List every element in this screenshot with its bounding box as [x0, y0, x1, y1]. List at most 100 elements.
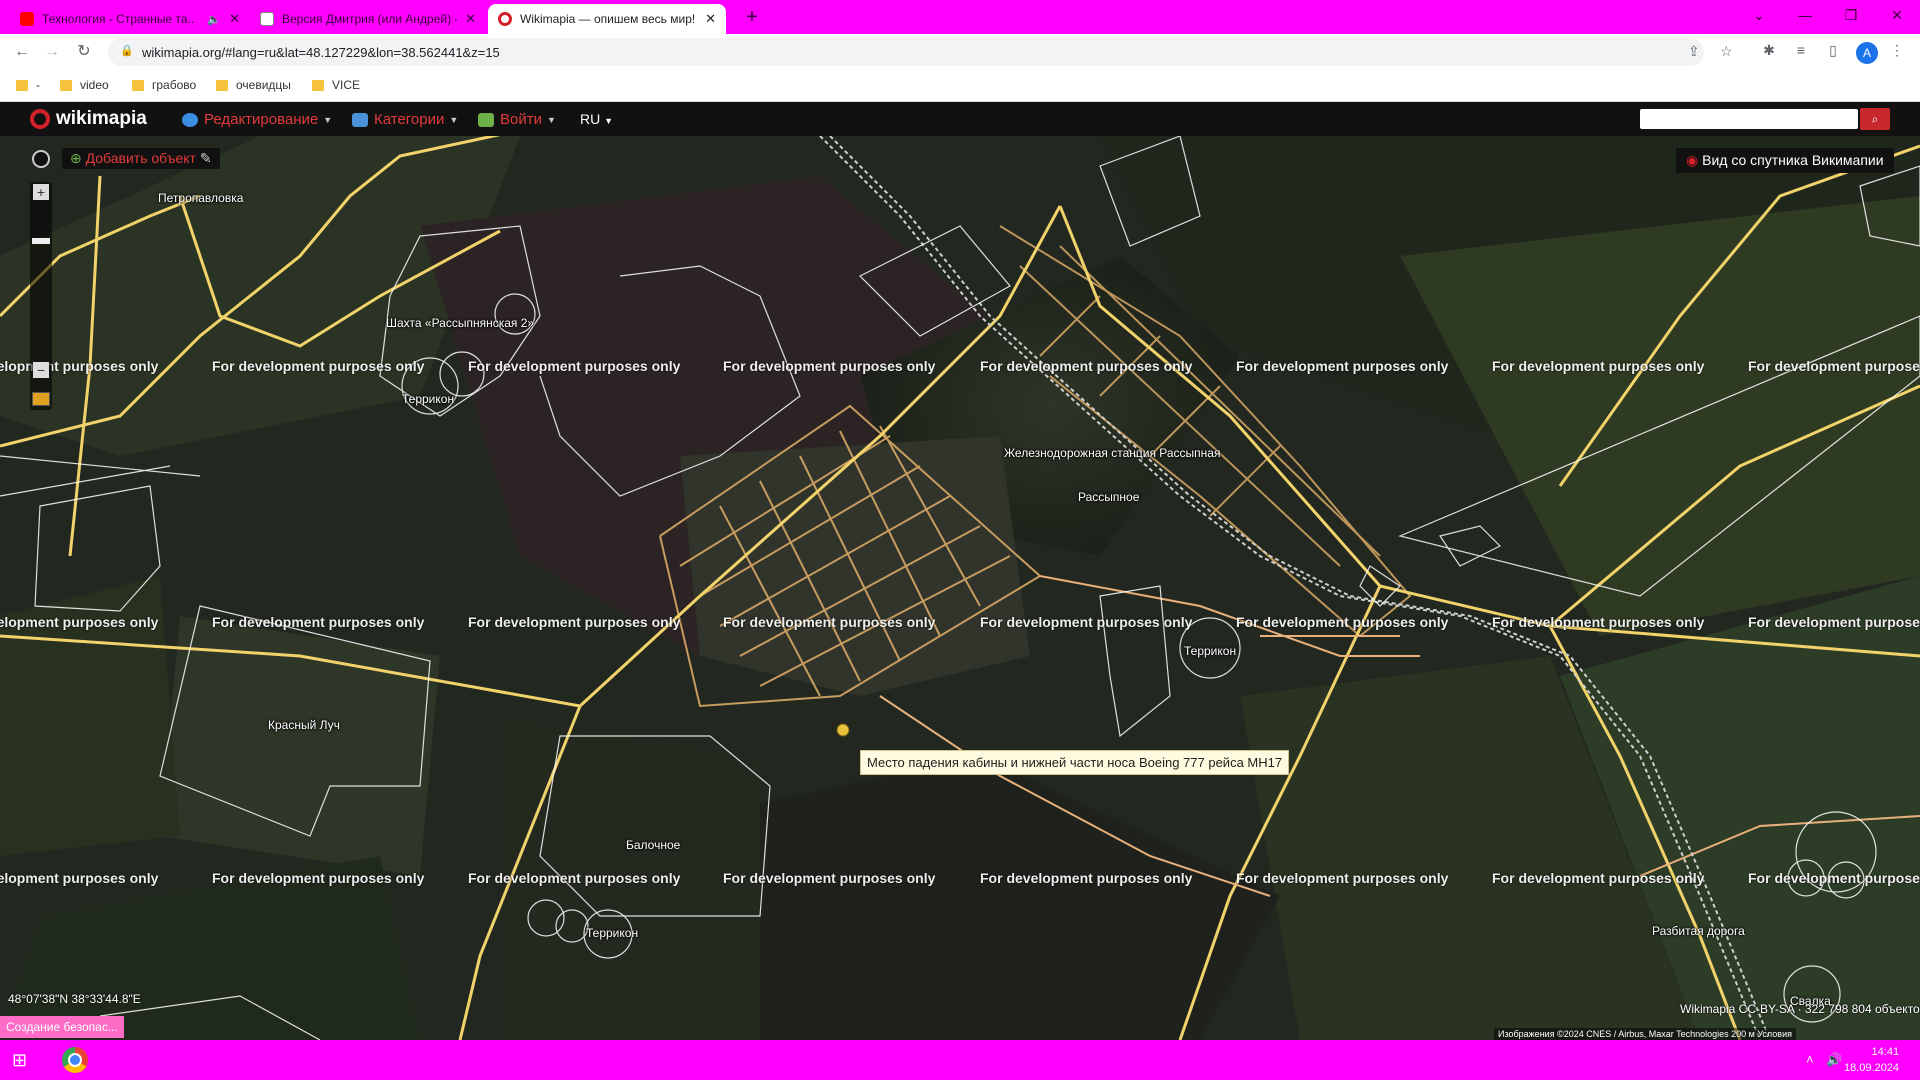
- url-text[interactable]: wikimapia.org/#lang=ru&lat=48.127229&lon…: [142, 45, 500, 60]
- wikimapia-icon: [498, 12, 512, 26]
- folder-icon: [216, 79, 228, 91]
- bookmark-item[interactable]: -: [16, 78, 40, 92]
- star-icon[interactable]: ☆: [1720, 43, 1733, 60]
- tab-title: Версия Дмитрия (или Андрей) -: [282, 12, 458, 26]
- menu-categories[interactable]: Категории ▼: [352, 111, 458, 128]
- tab-wikimapia[interactable]: Wikimapia — опишем весь мир! ✕: [488, 4, 726, 34]
- back-button[interactable]: ←: [10, 40, 34, 64]
- media-icon[interactable]: ≡: [1790, 42, 1812, 62]
- zoom-out-button[interactable]: −: [33, 362, 49, 378]
- tab-youtube[interactable]: Технология - Странные та.. 🔈 ✕: [10, 4, 250, 34]
- map-canvas[interactable]: For development purposes only For develo…: [0, 136, 1920, 1040]
- search-icon: ⌕: [1871, 112, 1879, 126]
- tab-title: Технология - Странные та..: [42, 12, 195, 26]
- label-krasny-luch[interactable]: Красный Луч: [268, 718, 340, 732]
- wikimapia-icon: [30, 109, 50, 129]
- plus-icon: ⊕: [70, 150, 86, 166]
- menu-edit[interactable]: Редактирование ▼: [182, 111, 332, 128]
- sidebar-icon[interactable]: ▯: [1822, 42, 1844, 62]
- watermark: For development purposes only: [723, 358, 936, 374]
- language-select[interactable]: RU ▼: [580, 111, 613, 127]
- imagery-credit[interactable]: Изображения ©2024 CNES / Airbus, Maxar T…: [1494, 1028, 1796, 1040]
- watermark: For development purposes only: [1492, 614, 1705, 630]
- coordinates-readout: 48°07'38"N 38°33'44.8"E: [8, 992, 141, 1006]
- tray-chevron-icon[interactable]: ˄: [1806, 1052, 1814, 1067]
- locate-button[interactable]: [32, 150, 50, 168]
- page-icon: [260, 12, 274, 26]
- license-text[interactable]: Wikimapia CC-BY-SA · 322 798 804 объекто…: [1680, 1002, 1920, 1016]
- tab-version[interactable]: Версия Дмитрия (или Андрей) - ✕: [250, 4, 486, 34]
- label-petropavlovka[interactable]: Петропавловка: [158, 191, 243, 205]
- zoom-slider[interactable]: + −: [30, 182, 52, 410]
- volume-icon[interactable]: 🔊: [1826, 1052, 1842, 1068]
- wikimapia-logo[interactable]: wikimapia: [30, 108, 147, 130]
- watermark: For development purposes only: [0, 614, 159, 630]
- new-tab-button[interactable]: +: [738, 4, 766, 32]
- label-mine[interactable]: Шахта «Рассыпнянская 2»: [386, 316, 534, 330]
- minimize-button[interactable]: —: [1782, 0, 1828, 30]
- share-icon[interactable]: ⇪: [1688, 43, 1700, 60]
- watermark: For development purposes only: [1236, 358, 1449, 374]
- forward-button[interactable]: →: [40, 40, 64, 64]
- zoom-handle[interactable]: [32, 238, 50, 244]
- extensions-icon[interactable]: ✱: [1758, 42, 1780, 62]
- bookmark-item[interactable]: VICE: [312, 78, 360, 92]
- folder-icon: [16, 79, 28, 91]
- close-icon[interactable]: ✕: [705, 11, 716, 27]
- chevron-down-icon: ▼: [323, 114, 333, 125]
- watermark: For development purposes only: [212, 870, 425, 886]
- bookmark-item[interactable]: video: [60, 78, 109, 92]
- label-road[interactable]: Разбитая дорога: [1652, 924, 1745, 938]
- tab-title: Wikimapia — опишем весь мир!: [520, 12, 696, 26]
- folder-icon: [312, 79, 324, 91]
- bookmark-item[interactable]: грабово: [132, 78, 196, 92]
- label-balochnoe[interactable]: Балочное: [626, 838, 680, 852]
- clock[interactable]: 14:41 18.09.2024: [1844, 1044, 1899, 1076]
- map-search-input[interactable]: [1640, 109, 1858, 129]
- label-terrikon[interactable]: Террикон: [1184, 644, 1236, 658]
- folder-icon: [60, 79, 72, 91]
- search-button[interactable]: ⌕: [1860, 108, 1890, 130]
- avatar[interactable]: A: [1856, 42, 1878, 64]
- taskbar: ⊞ ˄ 🔊 14:41 18.09.2024: [0, 1040, 1920, 1080]
- label-terrikon[interactable]: Террикон: [586, 926, 638, 940]
- satellite-map[interactable]: [0, 136, 1920, 1040]
- lock-icon[interactable]: 🔒: [120, 44, 134, 57]
- menu-icon[interactable]: ⋮: [1886, 42, 1908, 62]
- zoom-in-button[interactable]: +: [33, 184, 49, 200]
- watermark: For development purposes only: [1748, 358, 1920, 374]
- audio-icon[interactable]: 🔈: [207, 13, 221, 26]
- address-bar[interactable]: 🔒 wikimapia.org/#lang=ru&lat=48.127229&l…: [108, 38, 1733, 66]
- chrome-icon[interactable]: [62, 1047, 88, 1073]
- close-icon[interactable]: ✕: [465, 11, 476, 27]
- watermark: For development purposes only: [1492, 870, 1705, 886]
- nav-bar: ← → ↻ 🔒 wikimapia.org/#lang=ru&lat=48.12…: [0, 34, 1920, 70]
- watermark: For development purposes only: [723, 614, 936, 630]
- login-icon: [478, 112, 494, 127]
- watermark: For development purposes only: [723, 870, 936, 886]
- watermark: For development purposes only: [1748, 870, 1920, 886]
- add-object-button[interactable]: ⊕ Добавить объект ✎: [62, 148, 220, 169]
- watermark: For development purposes only: [980, 358, 1193, 374]
- label-station[interactable]: Железнодорожная станция Рассыпная: [1004, 446, 1220, 460]
- label-rassypnoe[interactable]: Рассыпное: [1078, 490, 1139, 504]
- youtube-icon: [20, 12, 34, 26]
- bookmark-item[interactable]: очевидцы: [216, 78, 291, 92]
- bookmarks-bar: - video грабово очевидцы VICE: [0, 70, 1920, 102]
- menu-login[interactable]: Войти ▼: [478, 111, 556, 128]
- label-terrikon[interactable]: Террикон: [402, 392, 454, 406]
- windows-start-icon[interactable]: ⊞: [12, 1050, 27, 1071]
- watermark: For development purposes only: [468, 870, 681, 886]
- close-window-button[interactable]: ✕: [1874, 0, 1920, 30]
- crash-site-tooltip: Место падения кабины и нижней части носа…: [860, 750, 1290, 775]
- satellite-view-button[interactable]: ◉ Вид со спутника Викимапии: [1676, 148, 1894, 173]
- tab-search-icon[interactable]: ⌄: [1736, 0, 1782, 30]
- wikimapia-icon: ◉: [1686, 152, 1703, 168]
- status-bar: Создание безопас...: [0, 1016, 124, 1038]
- maximize-button[interactable]: ❐: [1828, 0, 1874, 30]
- layers-icon[interactable]: [32, 392, 50, 406]
- reload-button[interactable]: ↻: [72, 40, 96, 64]
- folder-icon: [132, 79, 144, 91]
- watermark: For development purposes only: [980, 870, 1193, 886]
- close-icon[interactable]: ✕: [229, 11, 240, 27]
